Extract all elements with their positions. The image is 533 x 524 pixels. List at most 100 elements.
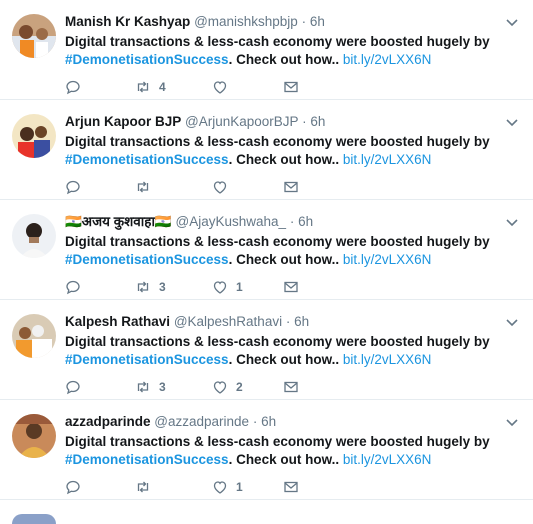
retweet-icon	[137, 181, 149, 193]
heart-icon	[213, 381, 227, 394]
reply-button[interactable]	[65, 78, 89, 96]
avatar[interactable]	[12, 14, 56, 58]
message-button[interactable]	[283, 278, 299, 296]
avatar[interactable]	[12, 414, 56, 458]
tweet-body: Digital transactions & less-cash economy…	[65, 134, 490, 149]
like-button[interactable]: 2	[212, 378, 243, 396]
retweet-icon	[137, 381, 149, 393]
chevron-down-icon[interactable]	[505, 415, 519, 429]
author-name[interactable]: Kalpesh Rathavi	[65, 314, 170, 329]
tweet-header: Manish Kr Kashyap @manishkshpbjp · 6h	[65, 13, 325, 31]
url-link[interactable]: bit.ly/2vLXX6N	[343, 252, 432, 267]
hashtag-link[interactable]: #DemonetisationSuccess	[65, 52, 229, 67]
chevron-down-icon[interactable]	[505, 215, 519, 229]
author-name[interactable]: Arjun Kapoor BJP	[65, 114, 181, 129]
tweet-item[interactable]: Manish Kr Kashyap @manishkshpbjp · 6h Di…	[0, 0, 533, 100]
tweet-actions: 4	[65, 78, 305, 96]
tweet-body-tail: . Check out how..	[228, 152, 340, 167]
url-link[interactable]: bit.ly/2vLXX6N	[343, 152, 432, 167]
retweet-button[interactable]	[135, 478, 159, 496]
author-handle[interactable]: @ArjunKapoorBJP	[185, 114, 298, 129]
tweet-actions	[65, 178, 305, 196]
chevron-down-icon[interactable]	[505, 15, 519, 29]
reply-button[interactable]	[65, 178, 89, 196]
retweet-button[interactable]: 3	[135, 378, 166, 396]
message-button[interactable]	[283, 78, 299, 96]
author-name[interactable]: Manish Kr Kashyap	[65, 14, 190, 29]
chevron-down-icon[interactable]	[505, 315, 519, 329]
like-button[interactable]	[212, 178, 236, 196]
author-handle[interactable]: @AjayKushwaha_	[176, 214, 287, 229]
tweet-item[interactable]: azzadparinde @azzadparinde · 6h Digital …	[0, 400, 533, 500]
retweet-count: 4	[159, 80, 166, 94]
separator: ·	[285, 314, 291, 329]
message-button[interactable]	[283, 178, 299, 196]
like-button[interactable]: 1	[212, 478, 243, 496]
url-link[interactable]: bit.ly/2vLXX6N	[343, 452, 432, 467]
timestamp[interactable]: 6h	[298, 214, 313, 229]
separator: ·	[301, 14, 307, 29]
retweet-button[interactable]: 3	[135, 278, 166, 296]
tweet-actions: 3 2	[65, 378, 305, 396]
reply-button[interactable]	[65, 278, 89, 296]
reply-icon	[66, 80, 80, 95]
url-link[interactable]: bit.ly/2vLXX6N	[343, 52, 432, 67]
message-button[interactable]	[283, 478, 299, 496]
retweet-count: 3	[159, 380, 166, 394]
hashtag-link[interactable]: #DemonetisationSuccess	[65, 152, 229, 167]
tweet-item[interactable]: Arjun Kapoor BJP @ArjunKapoorBJP · 6h Di…	[0, 100, 533, 200]
avatar[interactable]	[12, 214, 56, 258]
like-button[interactable]	[212, 78, 236, 96]
retweet-icon	[137, 481, 149, 493]
url-link[interactable]: bit.ly/2vLXX6N	[343, 352, 432, 367]
tweet-actions: 1	[65, 478, 305, 496]
timestamp[interactable]: 6h	[261, 414, 276, 429]
tweet-body-tail: . Check out how..	[228, 352, 340, 367]
heart-icon	[213, 481, 227, 494]
author-name[interactable]: 🇮🇳अजय कुशवाहा🇮🇳	[65, 214, 172, 229]
separator: ·	[252, 414, 258, 429]
heart-icon	[213, 81, 227, 94]
tweet-item[interactable]: Kalpesh Rathavi @KalpeshRathavi · 6h Dig…	[0, 300, 533, 400]
tweet-header: azzadparinde @azzadparinde · 6h	[65, 413, 276, 431]
heart-icon	[213, 281, 227, 294]
tweet-body: Digital transactions & less-cash economy…	[65, 334, 490, 349]
next-tweet-partial	[0, 500, 533, 524]
avatar[interactable]	[12, 114, 56, 158]
envelope-icon	[284, 481, 298, 493]
author-handle[interactable]: @manishkshpbjp	[194, 14, 298, 29]
tweet-text: Digital transactions & less-cash economy…	[65, 33, 520, 69]
author-name[interactable]: azzadparinde	[65, 414, 151, 429]
tweet-body: Digital transactions & less-cash economy…	[65, 34, 490, 49]
retweet-button[interactable]	[135, 178, 159, 196]
retweet-button[interactable]: 4	[135, 78, 166, 96]
reply-icon	[66, 380, 80, 395]
like-button[interactable]: 1	[212, 278, 243, 296]
hashtag-link[interactable]: #DemonetisationSuccess	[65, 252, 229, 267]
tweet-body-tail: . Check out how..	[228, 452, 340, 467]
chevron-down-icon[interactable]	[505, 115, 519, 129]
author-handle[interactable]: @azzadparinde	[154, 414, 249, 429]
reply-icon	[66, 180, 80, 195]
avatar[interactable]	[12, 314, 56, 358]
avatar	[12, 514, 56, 524]
timestamp[interactable]: 6h	[294, 314, 309, 329]
reply-icon	[66, 480, 80, 495]
hashtag-link[interactable]: #DemonetisationSuccess	[65, 352, 229, 367]
envelope-icon	[284, 381, 298, 393]
reply-button[interactable]	[65, 478, 89, 496]
tweet-text: Digital transactions & less-cash economy…	[65, 333, 520, 369]
like-count: 1	[236, 280, 243, 294]
tweet-item[interactable]: 🇮🇳अजय कुशवाहा🇮🇳 @AjayKushwaha_ · 6h Digi…	[0, 200, 533, 300]
like-count: 1	[236, 480, 243, 494]
timestamp[interactable]: 6h	[310, 114, 325, 129]
tweet-text: Digital transactions & less-cash economy…	[65, 433, 520, 469]
retweet-icon	[137, 81, 149, 93]
retweet-count: 3	[159, 280, 166, 294]
timestamp[interactable]: 6h	[310, 14, 325, 29]
author-handle[interactable]: @KalpeshRathavi	[174, 314, 282, 329]
reply-button[interactable]	[65, 378, 89, 396]
tweet-text: Digital transactions & less-cash economy…	[65, 233, 520, 269]
message-button[interactable]	[283, 378, 299, 396]
hashtag-link[interactable]: #DemonetisationSuccess	[65, 452, 229, 467]
